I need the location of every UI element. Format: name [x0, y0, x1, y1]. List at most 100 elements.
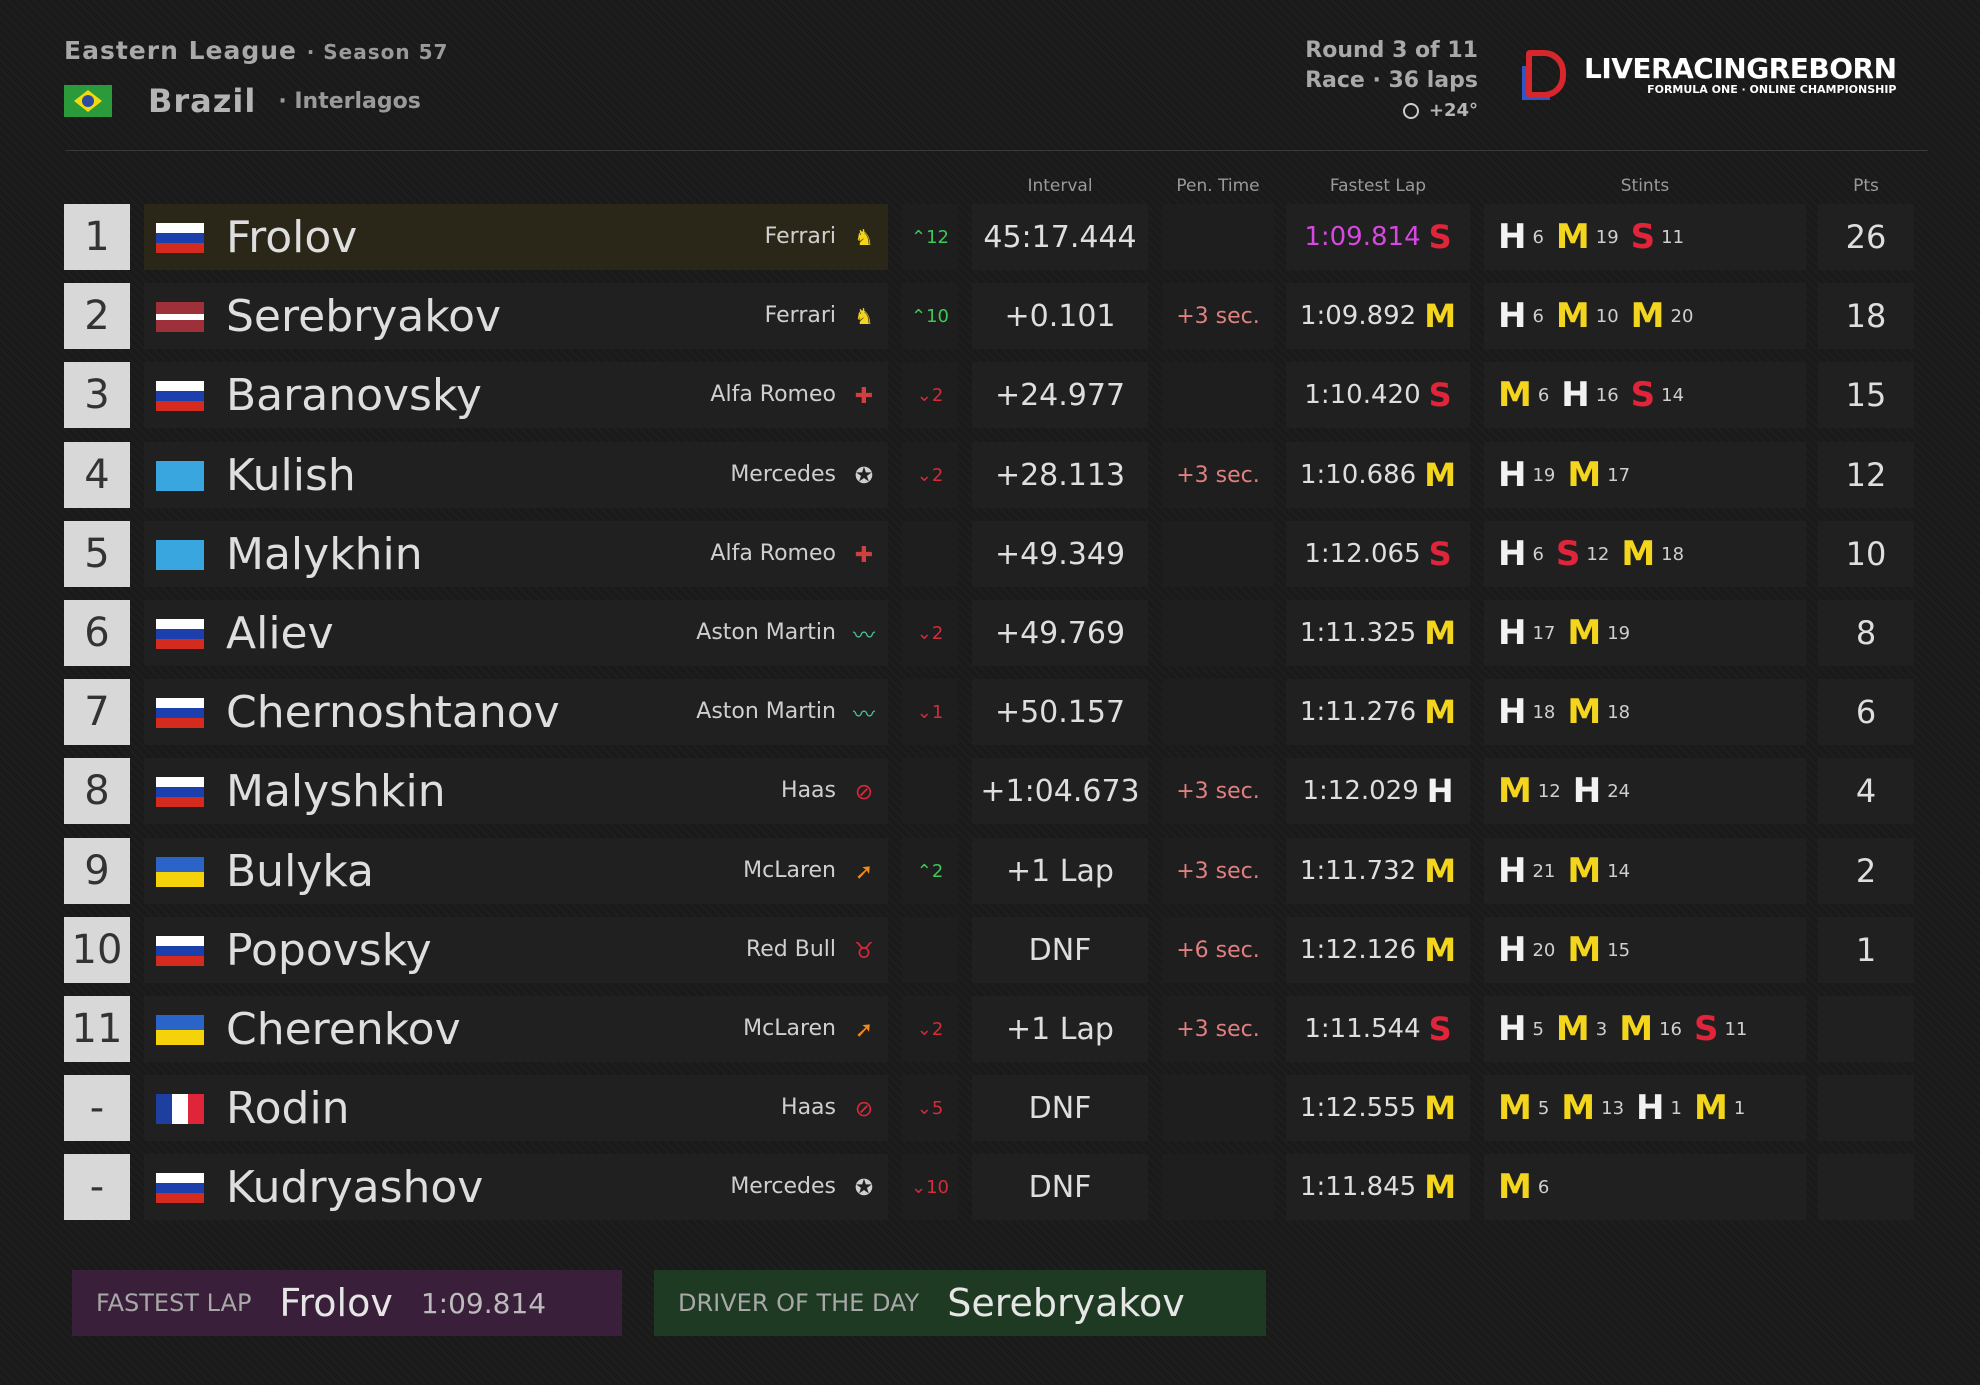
- position: 8: [64, 758, 130, 824]
- tyre-compound: H: [1498, 1009, 1527, 1049]
- fastest-lap-tyre: M: [1424, 456, 1457, 494]
- driver-name: Malykhin: [226, 529, 423, 580]
- stints: H 6 S 12 M 18: [1484, 521, 1806, 587]
- stint-laps: 18: [1607, 701, 1631, 723]
- position: 3: [64, 362, 130, 428]
- stints: H 20 M 15: [1484, 917, 1806, 983]
- ru-flag-icon: [156, 381, 204, 411]
- stint: M 12: [1498, 771, 1561, 811]
- stints: H 6 M 10 M 20: [1484, 283, 1806, 349]
- fastest-lap: 1:09.892 M: [1286, 283, 1470, 349]
- dotd-driver: Serebryakov: [947, 1281, 1185, 1325]
- position: 1: [64, 204, 130, 270]
- fastest-lap-time: 1:10.420: [1304, 380, 1421, 410]
- position: 6: [64, 600, 130, 666]
- stint-laps: 5: [1532, 1018, 1544, 1040]
- driver-name: Kudryashov: [226, 1162, 484, 1213]
- stint-laps: 19: [1595, 226, 1619, 248]
- penalty-time: [1162, 204, 1274, 270]
- tyre-compound: H: [1498, 851, 1527, 891]
- change-value: 1: [931, 701, 944, 723]
- team-name: Haas: [781, 778, 836, 803]
- driver-of-the-day-award: DRIVER OF THE DAY Serebryakov: [654, 1270, 1266, 1336]
- race-laps-label: Race · 36 laps: [1305, 68, 1478, 93]
- tyre-compound: S: [1630, 375, 1656, 415]
- driver-cell: Rodin Haas ⊘: [144, 1075, 888, 1141]
- stint: M3: [1556, 1009, 1607, 1049]
- interval: +28.113: [972, 442, 1148, 508]
- driver-name: Bulyka: [226, 846, 375, 897]
- points: 2: [1818, 838, 1914, 904]
- tyre-compound: M: [1555, 1009, 1590, 1049]
- stint: S 11: [1694, 1009, 1747, 1049]
- position: 5: [64, 521, 130, 587]
- stints: M 6 H 16 S 14: [1484, 362, 1806, 428]
- stint-laps: 20: [1670, 305, 1694, 327]
- interval: +0.101: [972, 283, 1148, 349]
- fastest-lap-time: 1:12.555: [1299, 1093, 1417, 1123]
- haas-icon: ⊘: [854, 1096, 874, 1122]
- stint-laps: 21: [1532, 860, 1556, 882]
- tyre-compound: M: [1498, 1088, 1532, 1128]
- arrow-down-icon: ⌄: [916, 464, 932, 486]
- race-info: Round 3 of 11 Race · 36 laps: [1305, 36, 1478, 96]
- interval: +49.349: [972, 521, 1148, 587]
- temperature: +24°: [1428, 100, 1478, 121]
- fastest-lap-driver: Frolov: [279, 1281, 393, 1325]
- change-value: 2: [931, 384, 944, 406]
- stint: M5: [1498, 1088, 1549, 1128]
- change-value: 2: [931, 1018, 944, 1040]
- position-change: [902, 917, 958, 983]
- tyre-compound: M: [1498, 1167, 1532, 1207]
- ru-flag-icon: [156, 619, 204, 649]
- penalty-time: +3 sec.: [1162, 283, 1274, 349]
- stint-laps: 10: [1595, 305, 1619, 327]
- tyre-compound: M: [1619, 1009, 1654, 1049]
- tyre-compound: H: [1572, 771, 1602, 811]
- ru-flag-icon: [156, 936, 204, 966]
- stint: H6: [1498, 296, 1544, 336]
- position-change: ⌄ 2: [902, 442, 958, 508]
- team-name: Alfa Romeo: [710, 382, 836, 407]
- stint: H 16: [1561, 375, 1618, 415]
- stint: S 11: [1631, 217, 1684, 257]
- mclaren-icon: ➚: [854, 859, 874, 885]
- stint-laps: 14: [1661, 384, 1685, 406]
- stint-laps: 14: [1607, 860, 1631, 882]
- interval: +24.977: [972, 362, 1148, 428]
- tyre-compound: H: [1561, 375, 1590, 415]
- stint: M 18: [1621, 534, 1684, 574]
- mercedes-icon: ✪: [854, 463, 874, 489]
- position-change: ⌄ 5: [902, 1075, 958, 1141]
- stint-laps: 13: [1601, 1097, 1625, 1119]
- fastest-lap: 1:10.420 S: [1286, 362, 1470, 428]
- team-name: Mercedes: [730, 1174, 836, 1199]
- stint: M 20: [1631, 296, 1694, 336]
- column-pts: Pts: [1853, 176, 1879, 196]
- fastest-lap: 1:12.126 M: [1286, 917, 1470, 983]
- change-value: 12: [926, 226, 949, 248]
- arrow-down-icon: ⌄: [916, 1018, 932, 1040]
- points: 4: [1818, 758, 1914, 824]
- stint-laps: 6: [1532, 305, 1544, 327]
- stint-laps: 3: [1595, 1018, 1608, 1040]
- kz-flag-icon: [156, 461, 204, 491]
- team-name: Alfa Romeo: [710, 541, 836, 566]
- stint: H 17: [1498, 613, 1555, 653]
- tyre-compound: M: [1567, 455, 1602, 495]
- change-value: 10: [926, 1176, 949, 1198]
- stints: H 6 M 19 S 11: [1484, 204, 1806, 270]
- dotd-label: DRIVER OF THE DAY: [678, 1289, 920, 1317]
- ru-flag-icon: [156, 698, 204, 728]
- penalty-time: +6 sec.: [1162, 917, 1274, 983]
- points: 10: [1818, 521, 1914, 587]
- stint: H5: [1498, 1009, 1544, 1049]
- tyre-compound: M: [1498, 375, 1532, 415]
- stint: M 19: [1556, 217, 1619, 257]
- round-label: Round 3 of 11: [1305, 38, 1478, 63]
- position-change: ⌃ 10: [902, 283, 958, 349]
- penalty-time: [1162, 1154, 1274, 1220]
- fastest-lap-tyre: M: [1424, 614, 1457, 652]
- team-name: Haas: [781, 1095, 836, 1120]
- position: 7: [64, 679, 130, 745]
